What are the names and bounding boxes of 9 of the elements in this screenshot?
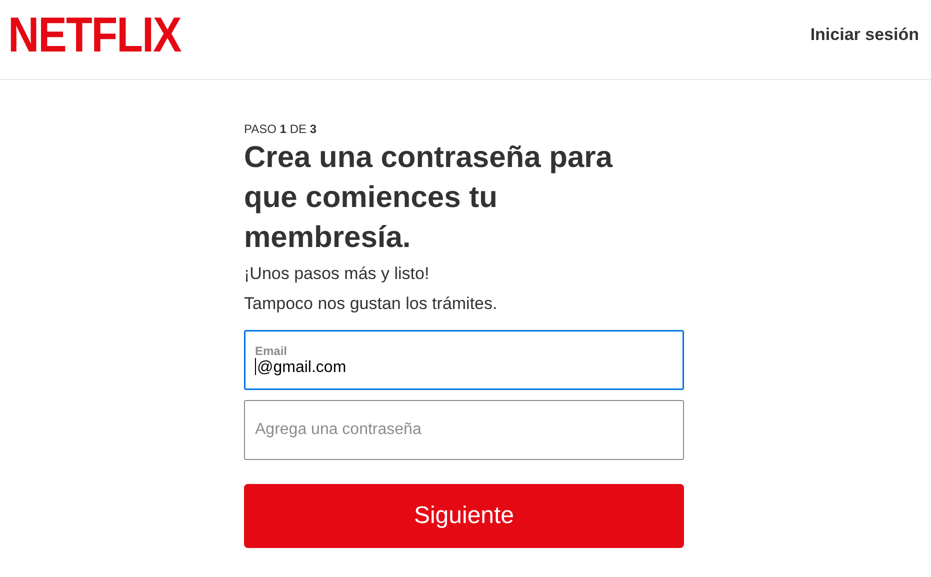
subtitle: ¡Unos pasos más y listo! bbox=[244, 264, 430, 284]
next-button[interactable]: Siguiente bbox=[244, 484, 684, 548]
email-field[interactable]: Email @gmail.com bbox=[244, 330, 684, 390]
password-field[interactable]: Agrega una contraseña bbox=[244, 400, 684, 460]
step-indicator: PASO 1 DE 3 bbox=[244, 122, 318, 136]
logo[interactable]: NETFLIX bbox=[8, 8, 181, 64]
subtitle: Tampoco nos gustan los trámites. bbox=[244, 294, 498, 314]
page-title: Crea una contraseña para que comiences tu membresía. bbox=[244, 140, 614, 256]
sign-in-link[interactable]: Iniciar sesión bbox=[810, 24, 919, 44]
